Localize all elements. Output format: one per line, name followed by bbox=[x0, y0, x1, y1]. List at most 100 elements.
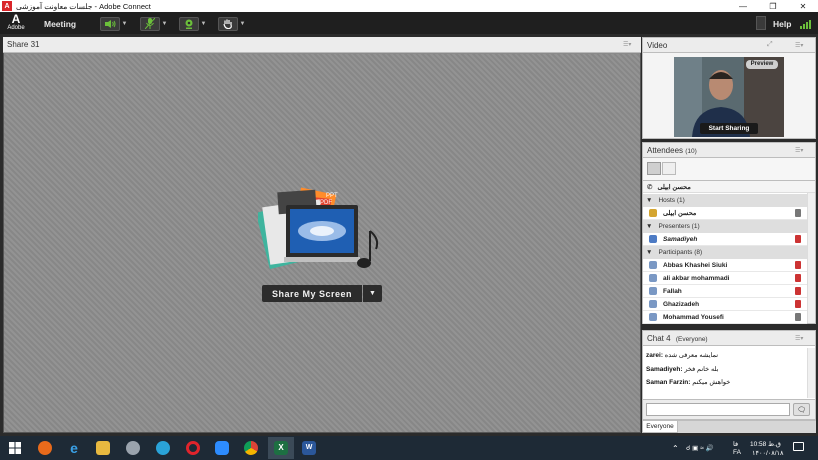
share-pod-title: Share 31 bbox=[7, 40, 40, 49]
language-indicator-top[interactable]: فا bbox=[733, 440, 738, 448]
connection-status-icon[interactable] bbox=[756, 16, 766, 30]
chat-text: خواهش میکنم bbox=[692, 379, 731, 386]
attendees-title-text: Attendees bbox=[647, 146, 684, 155]
help-menu[interactable]: Help bbox=[773, 19, 791, 29]
preview-badge: Preview bbox=[746, 60, 778, 69]
chat-tab-everyone[interactable]: Everyone bbox=[642, 420, 678, 433]
attendee-row[interactable]: محسن ابیلی bbox=[643, 207, 807, 220]
webcam-button[interactable]: ▼ bbox=[179, 16, 208, 31]
pod-menu-icon[interactable]: ☰▾ bbox=[795, 335, 803, 342]
app-icon[interactable] bbox=[126, 441, 140, 455]
window-title: جلسات معاونت آموزشی - Adobe Connect bbox=[16, 1, 151, 11]
chat-message-input[interactable] bbox=[646, 403, 790, 416]
share-options-chevron-icon[interactable]: ▼ bbox=[363, 285, 382, 302]
raise-hand-icon bbox=[218, 16, 238, 31]
chat-scrollbar[interactable] bbox=[807, 348, 815, 398]
attendees-scrollbar[interactable] bbox=[807, 193, 815, 323]
windows-start-icon[interactable] bbox=[8, 441, 22, 455]
firefox-icon[interactable] bbox=[38, 441, 52, 455]
maximize-icon[interactable]: ❐ bbox=[758, 0, 788, 12]
attendee-row[interactable]: Mohammad Yousefi bbox=[643, 311, 807, 324]
collapse-arrow-icon: ▼ bbox=[646, 197, 653, 204]
attendees-pod-title: Attendees (10) bbox=[647, 146, 697, 155]
hosts-section-header[interactable]: ▼ Hosts (1) bbox=[643, 194, 807, 207]
attendee-name: Ghazizadeh bbox=[663, 300, 700, 308]
meeting-menu[interactable]: Meeting bbox=[44, 19, 76, 29]
pod-menu-icon[interactable]: ☰▾ bbox=[623, 41, 631, 48]
breakout-view-icon[interactable] bbox=[662, 162, 676, 175]
chevron-down-icon[interactable]: ▼ bbox=[238, 17, 247, 31]
chat-sender: zarei: bbox=[646, 352, 663, 359]
phone-icon: ✆ bbox=[647, 183, 653, 191]
chat-tab-bar bbox=[678, 420, 816, 433]
participant-user-icon bbox=[649, 274, 657, 282]
chat-message: Saman Farzin: خواهش میکنم bbox=[646, 378, 730, 386]
chrome-icon[interactable] bbox=[244, 441, 258, 455]
notification-icon[interactable] bbox=[793, 442, 804, 451]
my-name: محسن ابیلی bbox=[657, 183, 691, 191]
adobe-connect-app-icon: A bbox=[2, 1, 12, 11]
attendee-row[interactable]: Abbas Khashei Siuki bbox=[643, 259, 807, 272]
chat-title-text: Chat 4 bbox=[647, 334, 671, 343]
attendee-name: ali akbar mohammadi bbox=[663, 274, 730, 282]
file-explorer-icon[interactable] bbox=[96, 441, 110, 455]
microphone-icon bbox=[140, 16, 160, 31]
tray-overflow-icon[interactable]: ⌃ bbox=[672, 444, 679, 453]
clock-time[interactable]: 10:58 ق.ظ bbox=[750, 440, 781, 448]
microphone-muted-icon bbox=[795, 287, 801, 295]
speaker-button[interactable]: ▼ bbox=[100, 16, 129, 31]
attendee-row[interactable]: Samadiyeh bbox=[643, 233, 807, 246]
chat-sender: Saman Farzin: bbox=[646, 379, 691, 386]
chat-pod-header: Chat 4 (Everyone) ☰▾ bbox=[642, 330, 816, 346]
attendees-pod-header: Attendees (10) ☰▾ bbox=[642, 142, 816, 158]
start-sharing-button[interactable]: Start Sharing bbox=[700, 123, 758, 134]
microphone-muted-icon bbox=[795, 235, 801, 243]
chat-sender: Samadiyeh: bbox=[646, 366, 683, 373]
window-title-bar: A جلسات معاونت آموزشی - Adobe Connect — … bbox=[0, 0, 818, 12]
chat-app-icon[interactable] bbox=[215, 441, 229, 455]
chat-pod-title: Chat 4 (Everyone) bbox=[647, 334, 708, 343]
tray-status-icons[interactable]: ☌ ▣ ≈ 🔊 bbox=[686, 444, 714, 452]
pod-menu-icon[interactable]: ☰▾ bbox=[795, 42, 803, 49]
attendee-row[interactable]: Fallah bbox=[643, 285, 807, 298]
minimize-icon[interactable]: — bbox=[728, 0, 758, 12]
opera-icon[interactable] bbox=[186, 441, 200, 455]
attendee-name: Abbas Khashei Siuki bbox=[663, 261, 728, 269]
raise-hand-button[interactable]: ▼ bbox=[218, 16, 247, 31]
microphone-muted-icon bbox=[795, 300, 801, 308]
share-pod-header: Share 31 ☰▾ bbox=[3, 37, 641, 53]
close-icon[interactable]: ✕ bbox=[788, 0, 818, 12]
chevron-down-icon[interactable]: ▼ bbox=[199, 17, 208, 31]
speaker-icon bbox=[100, 16, 120, 31]
share-my-screen-button[interactable]: Share My Screen bbox=[262, 285, 362, 302]
chevron-down-icon[interactable]: ▼ bbox=[160, 17, 169, 31]
fullscreen-icon[interactable]: ⤢ bbox=[767, 41, 773, 49]
my-status-row[interactable]: ✆ محسن ابیلی bbox=[643, 181, 815, 193]
presenters-section-header[interactable]: ▼ Presenters (1) bbox=[643, 220, 807, 233]
attendee-row[interactable]: ali akbar mohammadi bbox=[643, 272, 807, 285]
attendee-name: محسن ابیلی bbox=[663, 210, 697, 217]
edge-icon[interactable] bbox=[156, 441, 170, 455]
send-message-icon[interactable]: 🗨 bbox=[793, 403, 810, 416]
chat-scope: (Everyone) bbox=[675, 336, 708, 343]
participants-section-label: Participants (8) bbox=[658, 249, 703, 256]
webcam-icon bbox=[179, 16, 199, 31]
microphone-button[interactable]: ▼ bbox=[140, 16, 169, 31]
chevron-down-icon[interactable]: ▼ bbox=[120, 17, 129, 31]
language-indicator[interactable]: FA bbox=[733, 449, 741, 456]
microphone-muted-icon bbox=[795, 274, 801, 282]
chat-text: بله خانم فخر bbox=[684, 366, 719, 373]
word-icon[interactable]: W bbox=[302, 441, 316, 455]
pod-menu-icon[interactable]: ☰▾ bbox=[795, 147, 803, 154]
chat-message: Samadiyeh: بله خانم فخر bbox=[646, 365, 718, 373]
excel-icon[interactable]: X bbox=[274, 441, 288, 455]
attendee-row[interactable]: Ghazizadeh bbox=[643, 298, 807, 311]
list-view-icon[interactable] bbox=[647, 162, 661, 175]
participants-section-header[interactable]: ▼ Participants (8) bbox=[643, 246, 807, 259]
internet-explorer-icon[interactable]: e bbox=[67, 441, 81, 455]
microphone-muted-icon bbox=[795, 261, 801, 269]
signal-strength-icon bbox=[800, 19, 811, 29]
microphone-status-icon bbox=[795, 209, 801, 217]
share-media-illustration: PPT PDF bbox=[258, 187, 379, 270]
clock-date[interactable]: ۱۴۰۰/۰۸/۱۸ bbox=[752, 449, 784, 457]
